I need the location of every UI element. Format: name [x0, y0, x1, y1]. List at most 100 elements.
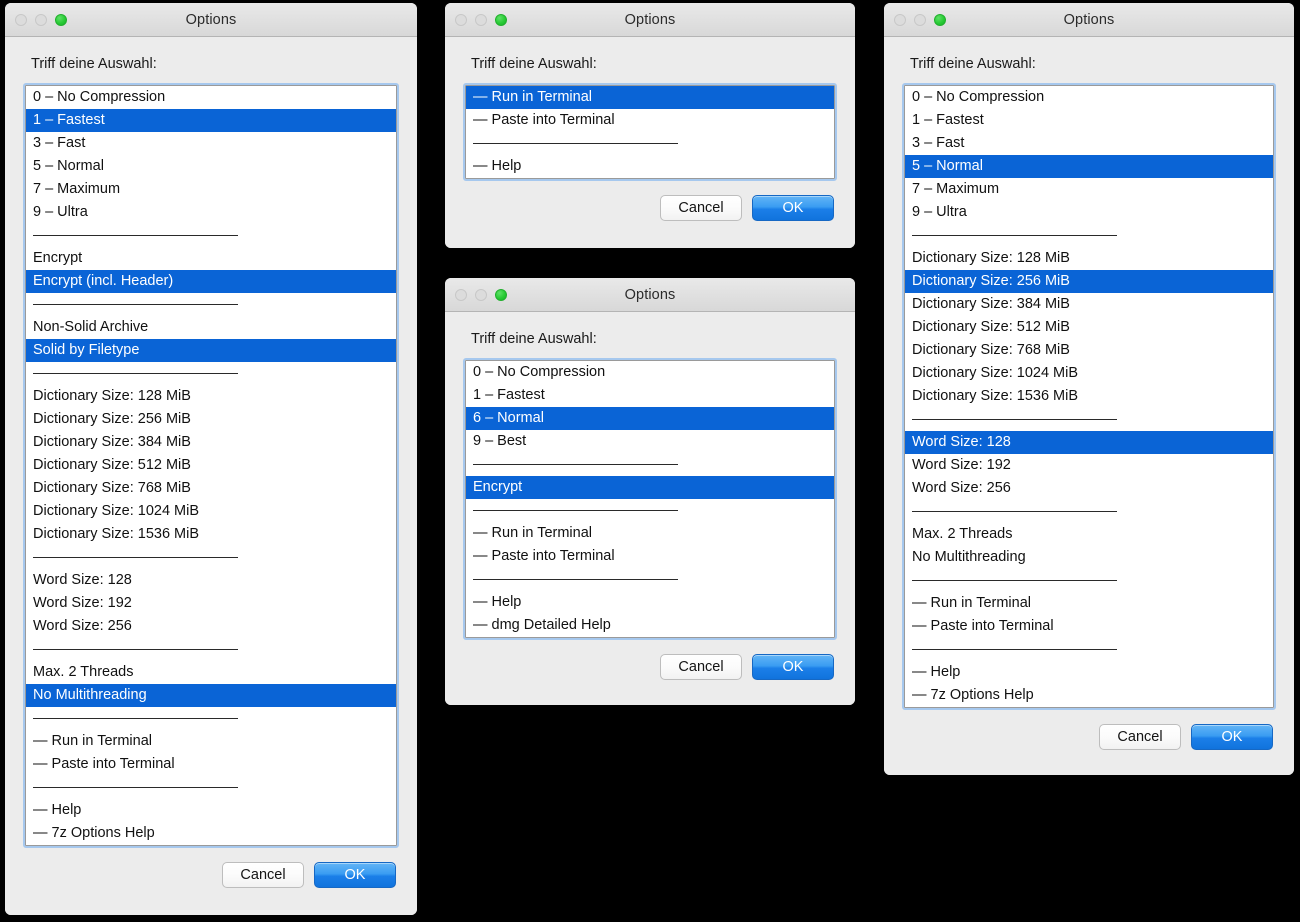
list-item[interactable]: Dictionary Size: 1024 MiB: [905, 362, 1273, 385]
list-item[interactable]: Word Size: 192: [905, 454, 1273, 477]
options-listbox-focusring: 0 – No Compression 1 – Fastest 3 – Fast 5 –…: [23, 83, 399, 848]
options-listbox-focusring: 0 – No Compression 1 – Fastest 3 – Fast 5 –…: [902, 83, 1276, 710]
zoom-button-icon[interactable]: [934, 13, 946, 26]
minimize-button-icon: [475, 288, 487, 301]
list-item[interactable]: 0 – No Compression: [26, 86, 396, 109]
list-item[interactable]: — Help: [26, 799, 396, 822]
list-item[interactable]: — 7z Options Help: [905, 684, 1273, 707]
window-titlebar[interactable]: Options: [5, 3, 417, 37]
list-item[interactable]: — dmg Detailed Help: [466, 614, 834, 637]
zoom-button-icon[interactable]: [495, 288, 507, 301]
zoom-button-icon[interactable]: [495, 13, 507, 26]
list-item[interactable]: Encrypt: [466, 476, 834, 499]
list-item[interactable]: 9 – Ultra: [905, 201, 1273, 224]
ok-button[interactable]: OK: [314, 862, 396, 888]
list-item[interactable]: Encrypt (incl. Header): [26, 270, 396, 293]
ok-button[interactable]: OK: [1191, 724, 1273, 750]
window-body: Triff deine Auswahl: 0 – No Compression 1 …: [884, 37, 1294, 775]
prompt-label: Triff deine Auswahl:: [31, 56, 157, 72]
list-item[interactable]: Dictionary Size: 128 MiB: [905, 247, 1273, 270]
list-item[interactable]: — Run in Terminal: [905, 592, 1273, 615]
window-titlebar[interactable]: Options: [445, 3, 855, 37]
list-item[interactable]: 3 – Fast: [26, 132, 396, 155]
list-item[interactable]: Dictionary Size: 768 MiB: [905, 339, 1273, 362]
list-item[interactable]: — Run in Terminal: [466, 522, 834, 545]
list-item[interactable]: Word Size: 256: [905, 477, 1273, 500]
list-item[interactable]: 3 – Fast: [905, 132, 1273, 155]
list-item[interactable]: — 7z Options Help: [26, 822, 396, 845]
list-item[interactable]: Dictionary Size: 128 MiB: [26, 385, 396, 408]
list-item[interactable]: Dictionary Size: 256 MiB: [26, 408, 396, 431]
options-listbox[interactable]: 0 – No Compression 1 – Fastest 3 – Fast 5 –…: [25, 85, 397, 846]
list-item[interactable]: Word Size: 256: [26, 615, 396, 638]
desktop-background: Options Triff deine Auswahl: 0 – No Compre…: [0, 0, 1300, 922]
list-item[interactable]: — Help: [466, 591, 834, 614]
list-item[interactable]: 7 – Maximum: [26, 178, 396, 201]
list-item[interactable]: Dictionary Size: 384 MiB: [26, 431, 396, 454]
list-separator: [466, 568, 834, 591]
list-item[interactable]: Max. 2 Threads: [905, 523, 1273, 546]
list-item[interactable]: 1 – Fastest: [466, 384, 834, 407]
list-item[interactable]: No Multithreading: [905, 546, 1273, 569]
list-item[interactable]: No Multithreading: [26, 684, 396, 707]
list-item[interactable]: Solid by Filetype: [26, 339, 396, 362]
cancel-button[interactable]: Cancel: [222, 862, 304, 888]
list-item[interactable]: Dictionary Size: 512 MiB: [26, 454, 396, 477]
list-item[interactable]: — Paste into Terminal: [26, 753, 396, 776]
cancel-button[interactable]: Cancel: [660, 654, 742, 680]
list-item[interactable]: 9 – Best: [466, 430, 834, 453]
ok-button[interactable]: OK: [752, 654, 834, 680]
window-titlebar[interactable]: Options: [445, 278, 855, 312]
zoom-button-icon[interactable]: [55, 13, 67, 26]
prompt-label: Triff deine Auswahl:: [471, 331, 597, 347]
list-item[interactable]: 9 – Ultra: [26, 201, 396, 224]
list-item[interactable]: 6 – Normal: [466, 407, 834, 430]
list-item[interactable]: Max. 2 Threads: [26, 661, 396, 684]
list-item[interactable]: Dictionary Size: 1024 MiB: [26, 500, 396, 523]
options-listbox[interactable]: — Run in Terminal — Paste into Terminal — …: [465, 85, 835, 179]
list-item[interactable]: Non-Solid Archive: [26, 316, 396, 339]
dialog-window-compression-options-7z: Options Triff deine Auswahl: 0 – No Compre…: [5, 3, 417, 915]
list-item[interactable]: Encrypt: [26, 247, 396, 270]
list-item[interactable]: 5 – Normal: [905, 155, 1273, 178]
list-item[interactable]: — Run in Terminal: [466, 86, 834, 109]
list-separator: [26, 638, 396, 661]
cancel-button[interactable]: Cancel: [660, 195, 742, 221]
list-separator: [905, 224, 1273, 247]
list-item[interactable]: — Help: [905, 661, 1273, 684]
dialog-window-compression-options-xz: Options Triff deine Auswahl: 0 – No Compre…: [884, 3, 1294, 775]
list-item[interactable]: Dictionary Size: 512 MiB: [905, 316, 1273, 339]
list-item[interactable]: 5 – Normal: [26, 155, 396, 178]
prompt-label: Triff deine Auswahl:: [910, 56, 1036, 72]
list-item[interactable]: Word Size: 192: [26, 592, 396, 615]
ok-button[interactable]: OK: [752, 195, 834, 221]
list-item[interactable]: 1 – Fastest: [26, 109, 396, 132]
list-item[interactable]: 1 – Fastest: [905, 109, 1273, 132]
dialog-button-bar: Cancel OK: [463, 640, 837, 680]
list-item[interactable]: Word Size: 128: [26, 569, 396, 592]
list-item[interactable]: Dictionary Size: 384 MiB: [905, 293, 1273, 316]
list-item[interactable]: Dictionary Size: 1536 MiB: [26, 523, 396, 546]
list-item[interactable]: Dictionary Size: 768 MiB: [26, 477, 396, 500]
list-item[interactable]: 7 – Maximum: [905, 178, 1273, 201]
list-item[interactable]: — Paste into Terminal: [905, 615, 1273, 638]
list-item[interactable]: — Run in Terminal: [26, 730, 396, 753]
list-item[interactable]: Word Size: 128: [905, 431, 1273, 454]
options-listbox[interactable]: 0 – No Compression 1 – Fastest 6 – Normal 9…: [465, 360, 835, 638]
list-item[interactable]: Dictionary Size: 256 MiB: [905, 270, 1273, 293]
window-titlebar[interactable]: Options: [884, 3, 1294, 37]
list-item[interactable]: — Help: [466, 155, 834, 178]
list-item[interactable]: — Paste into Terminal: [466, 545, 834, 568]
minimize-button-icon: [914, 13, 926, 26]
list-item[interactable]: 0 – No Compression: [905, 86, 1273, 109]
list-separator: [26, 362, 396, 385]
options-listbox[interactable]: 0 – No Compression 1 – Fastest 3 – Fast 5 –…: [904, 85, 1274, 708]
list-item[interactable]: Dictionary Size: 1536 MiB: [905, 385, 1273, 408]
list-item[interactable]: — Paste into Terminal: [466, 109, 834, 132]
cancel-button[interactable]: Cancel: [1099, 724, 1181, 750]
list-separator: [466, 499, 834, 522]
list-item[interactable]: 0 – No Compression: [466, 361, 834, 384]
list-separator: [905, 638, 1273, 661]
close-button-icon: [15, 13, 27, 26]
traffic-light-group: [15, 3, 67, 36]
